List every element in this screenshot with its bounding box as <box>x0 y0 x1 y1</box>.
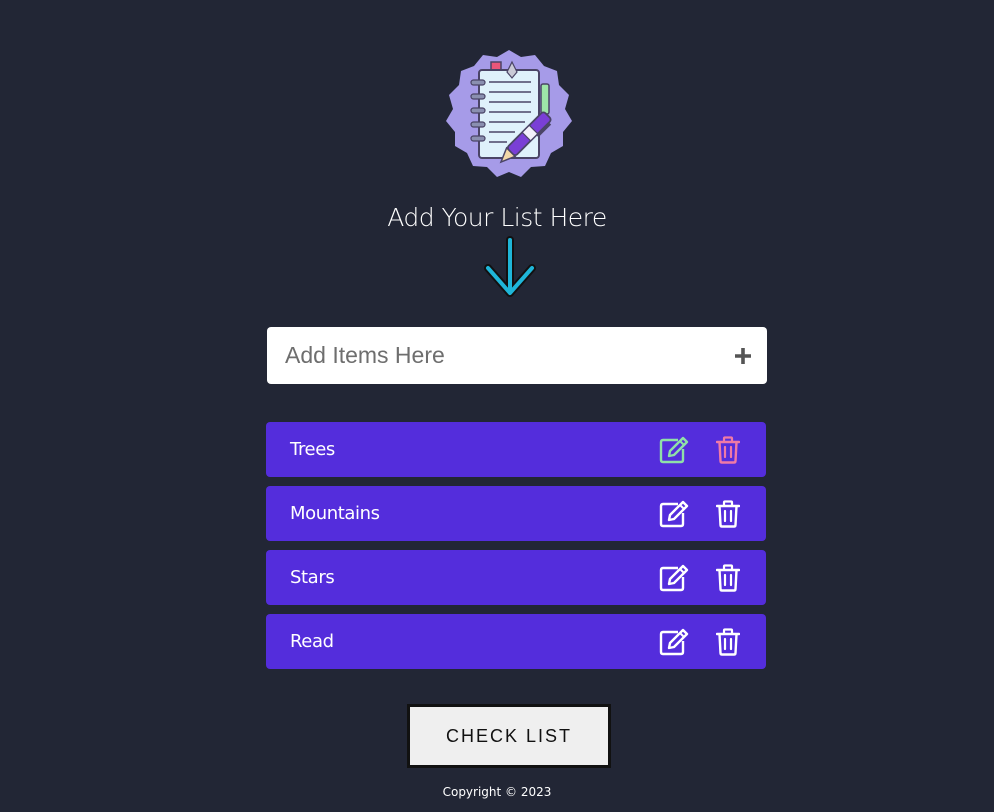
copyright-text: Copyright © 2023 <box>442 785 552 799</box>
list-item-label: Stars <box>290 567 335 588</box>
notebook-logo-icon <box>446 50 572 177</box>
list-item: Mountains <box>266 486 766 541</box>
arrow-down-icon <box>484 236 536 297</box>
list-item-label: Mountains <box>290 503 380 524</box>
edit-icon[interactable] <box>659 628 689 656</box>
trash-icon[interactable] <box>716 436 740 464</box>
list-item-label: Trees <box>290 439 335 460</box>
item-list: Trees Mountains Stars Read <box>266 422 766 678</box>
page-title: Add Your List Here <box>387 203 607 232</box>
trash-icon[interactable] <box>716 500 740 528</box>
list-item: Stars <box>266 550 766 605</box>
edit-icon[interactable] <box>659 564 689 592</box>
list-item-label: Read <box>290 631 334 652</box>
add-item-input[interactable] <box>267 327 717 384</box>
list-item: Trees <box>266 422 766 477</box>
plus-icon[interactable] <box>731 344 755 368</box>
edit-icon[interactable] <box>659 500 689 528</box>
trash-icon[interactable] <box>716 628 740 656</box>
list-item: Read <box>266 614 766 669</box>
trash-icon[interactable] <box>716 564 740 592</box>
check-list-button[interactable]: CHECK LIST <box>407 704 611 768</box>
edit-icon[interactable] <box>659 436 689 464</box>
add-item-box <box>267 327 767 384</box>
